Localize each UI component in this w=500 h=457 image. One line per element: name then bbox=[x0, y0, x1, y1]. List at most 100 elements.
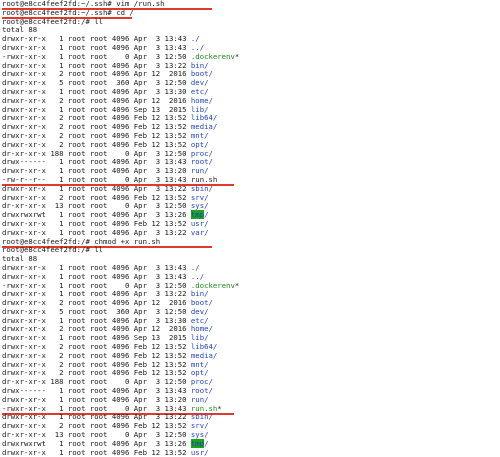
file-name: / bbox=[204, 438, 209, 448]
file-name: boot/ bbox=[190, 69, 213, 79]
file-name: opt/ bbox=[190, 139, 209, 149]
line-text: drwxr-xr-x 1 root root 4096 Apr 3 13:43 bbox=[2, 262, 191, 272]
file-name: run/ bbox=[190, 166, 209, 176]
line-text: drwxr-xr-x 1 root root 4096 Apr 3 13:22 bbox=[2, 60, 191, 70]
file-name: ./ bbox=[190, 34, 200, 44]
line-text: drwxr-xr-x 1 root root 4096 Apr 3 13:43 bbox=[2, 34, 191, 44]
line-text: drwxr-xr-x 2 root root 4096 Feb 12 13:52 bbox=[2, 139, 191, 149]
file-name: root/ bbox=[190, 157, 213, 167]
file-name: etc/ bbox=[190, 315, 209, 325]
file-name: dev/ bbox=[190, 306, 209, 316]
line-text: root@e8cc4feef2fd:~/.ssh# vim /run.sh bbox=[2, 0, 165, 8]
file-name: etc/ bbox=[190, 86, 209, 96]
terminal-line: drwxr-xr-x 1 root root 4096 Feb 12 13:52… bbox=[2, 447, 498, 457]
file-name: sbin/ bbox=[190, 183, 213, 193]
line-text: root@e8cc4feef2fd:~/.ssh# cd / bbox=[2, 7, 134, 17]
file-name: sbin/ bbox=[190, 412, 213, 422]
line-text: * bbox=[234, 51, 240, 61]
file-name: sys/ bbox=[190, 430, 209, 440]
file-name: bin/ bbox=[190, 289, 209, 299]
file-name: usr/ bbox=[190, 447, 209, 457]
line-text: drwxr-xr-x 1 root root 4096 Feb 12 13:52 bbox=[2, 447, 191, 457]
line-text: drwxr-xr-x 2 root root 4096 Feb 12 13:52 bbox=[2, 113, 191, 123]
file-name: / bbox=[204, 210, 209, 220]
file-name: tmp bbox=[190, 438, 205, 448]
file-name: run.sh bbox=[190, 403, 218, 413]
line-text: drwxr-xr-x 2 root root 4096 Feb 12 13:52 bbox=[2, 421, 191, 431]
file-name: .dockerenv bbox=[190, 280, 235, 290]
file-name: bin/ bbox=[190, 60, 209, 70]
line-text: drwxr-xr-x 1 root root 4096 Apr 3 13:30 bbox=[2, 86, 191, 96]
line-text: drwxr-xr-x 1 root root 4096 Apr 3 13:22 bbox=[2, 227, 191, 237]
file-name: ./ bbox=[190, 262, 200, 272]
line-text: dr-xr-xr-x 13 root root 0 Apr 3 12:50 bbox=[2, 430, 191, 440]
line-text: drwxr-xr-x 2 root root 4096 Feb 12 13:52 bbox=[2, 130, 191, 140]
line-text: drwxr-xr-x 1 root root 4096 Apr 3 13:22 bbox=[2, 289, 191, 299]
line-text: root@e8cc4feef2fd:/# ll bbox=[2, 245, 104, 255]
line-text: drwxr-xr-x 5 root root 360 Apr 3 12:50 bbox=[2, 306, 191, 316]
line-text: drwxrwxrwt 1 root root 4096 Apr 3 13:26 bbox=[2, 210, 191, 220]
line-text: drwxr-xr-x 2 root root 4096 Feb 12 13:52 bbox=[2, 122, 191, 132]
line-text: drwxr-xr-x 2 root root 4096 Feb 12 13:52 bbox=[2, 342, 191, 352]
file-name: proc/ bbox=[190, 377, 213, 387]
line-text: dr-xr-xr-x 188 root root 0 Apr 3 12:50 bbox=[2, 148, 191, 158]
file-name: home/ bbox=[190, 95, 213, 105]
file-name: lib64/ bbox=[190, 342, 218, 352]
file-name: srv/ bbox=[190, 421, 209, 431]
file-name: opt/ bbox=[190, 368, 209, 378]
line-text: drwx------ 1 root root 4096 Apr 3 13:43 bbox=[2, 157, 191, 167]
line-text: drwxr-xr-x 1 root root 4096 Apr 3 13:20 bbox=[2, 166, 191, 176]
line-text: drwxr-xr-x 1 root root 4096 Apr 3 13:22 bbox=[2, 412, 191, 422]
line-text: drwxr-xr-x 1 root root 4096 Sep 13 2015 bbox=[2, 333, 191, 343]
line-text: root@e8cc4feef2fd:/# chmod +x run.sh bbox=[2, 236, 161, 246]
terminal-line: root@e8cc4feef2fd:/# ll bbox=[2, 16, 498, 27]
file-name: ../ bbox=[190, 42, 205, 52]
file-name: home/ bbox=[190, 324, 213, 334]
file-name: lib/ bbox=[190, 104, 209, 114]
line-text: root@e8cc4feef2fd:/# ll bbox=[2, 16, 104, 26]
line-text: drwxr-xr-x 1 root root 4096 Apr 3 13:43 bbox=[2, 42, 191, 52]
file-name: mnt/ bbox=[190, 359, 209, 369]
line-text: drwxr-xr-x 2 root root 4096 Feb 12 13:52 bbox=[2, 368, 191, 378]
line-text: -rwxr-xr-x 1 root root 0 Apr 3 12:50 bbox=[2, 280, 191, 290]
line-text: drwxr-xr-x 2 root root 4096 Feb 12 13:52 bbox=[2, 359, 191, 369]
line-text: total 88 bbox=[2, 254, 38, 264]
file-name: ../ bbox=[190, 271, 205, 281]
line-text: drwxr-xr-x 1 root root 4096 Apr 3 13:43 bbox=[2, 271, 191, 281]
file-name: tmp bbox=[190, 210, 205, 220]
line-text: dr-xr-xr-x 13 root root 0 Apr 3 12:50 bbox=[2, 201, 191, 211]
file-name: lib64/ bbox=[190, 113, 218, 123]
line-text: drwxrwxrwt 1 root root 4096 Apr 3 13:26 bbox=[2, 438, 191, 448]
terminal-line: root@e8cc4feef2fd:/# ll bbox=[2, 245, 498, 255]
line-text: drwxr-xr-x 1 root root 4096 Feb 12 13:52 bbox=[2, 218, 191, 228]
file-name: usr/ bbox=[190, 218, 209, 228]
line-text: drwxr-xr-x 2 root root 4096 Feb 12 13:52 bbox=[2, 350, 191, 360]
line-text: drwx------ 1 root root 4096 Apr 3 13:43 bbox=[2, 386, 191, 396]
line-text: * bbox=[217, 403, 222, 413]
line-text: drwxr-xr-x 1 root root 4096 Apr 3 13:30 bbox=[2, 315, 191, 325]
line-text: drwxr-xr-x 1 root root 4096 Apr 3 13:20 bbox=[2, 394, 191, 404]
line-text: drwxr-xr-x 2 root root 4096 Apr 12 2016 bbox=[2, 69, 191, 79]
line-text: total 88 bbox=[2, 25, 38, 35]
line-text: drwxr-xr-x 5 root root 360 Apr 3 12:50 bbox=[2, 78, 191, 88]
line-text: drwxr-xr-x 2 root root 4096 Apr 12 2016 bbox=[2, 324, 191, 334]
terminal-output[interactable]: root@e8cc4feef2fd:~/.ssh# vim /run.sh roo… bbox=[2, 0, 498, 457]
line-text: drwxr-xr-x 1 root root 4096 Sep 13 2015 bbox=[2, 104, 191, 114]
line-text: dr-xr-xr-x 188 root root 0 Apr 3 12:50 bbox=[2, 377, 191, 387]
line-text: * bbox=[234, 280, 240, 290]
file-name: root/ bbox=[190, 386, 213, 396]
file-name: boot/ bbox=[190, 298, 213, 308]
file-name: lib/ bbox=[190, 333, 209, 343]
line-text: -rwxr-xr-x 1 root root 0 Apr 3 12:50 bbox=[2, 51, 191, 61]
file-name: srv/ bbox=[190, 192, 209, 202]
file-name: media/ bbox=[190, 122, 218, 132]
line-text: -rwxr-xr-x 1 root root 0 Apr 3 13:43 bbox=[2, 403, 191, 413]
file-name: media/ bbox=[190, 350, 218, 360]
line-text: drwxr-xr-x 2 root root 4096 Apr 12 2016 bbox=[2, 298, 191, 308]
line-text: -rw-r--r-- 1 root root 0 Apr 3 13:43 run… bbox=[2, 174, 218, 184]
file-name: proc/ bbox=[190, 148, 213, 158]
file-name: .dockerenv bbox=[190, 51, 235, 61]
line-text: drwxr-xr-x 2 root root 4096 Feb 12 13:52 bbox=[2, 192, 191, 202]
file-name: run/ bbox=[190, 394, 209, 404]
line-text: drwxr-xr-x 1 root root 4096 Apr 3 13:22 bbox=[2, 183, 191, 193]
